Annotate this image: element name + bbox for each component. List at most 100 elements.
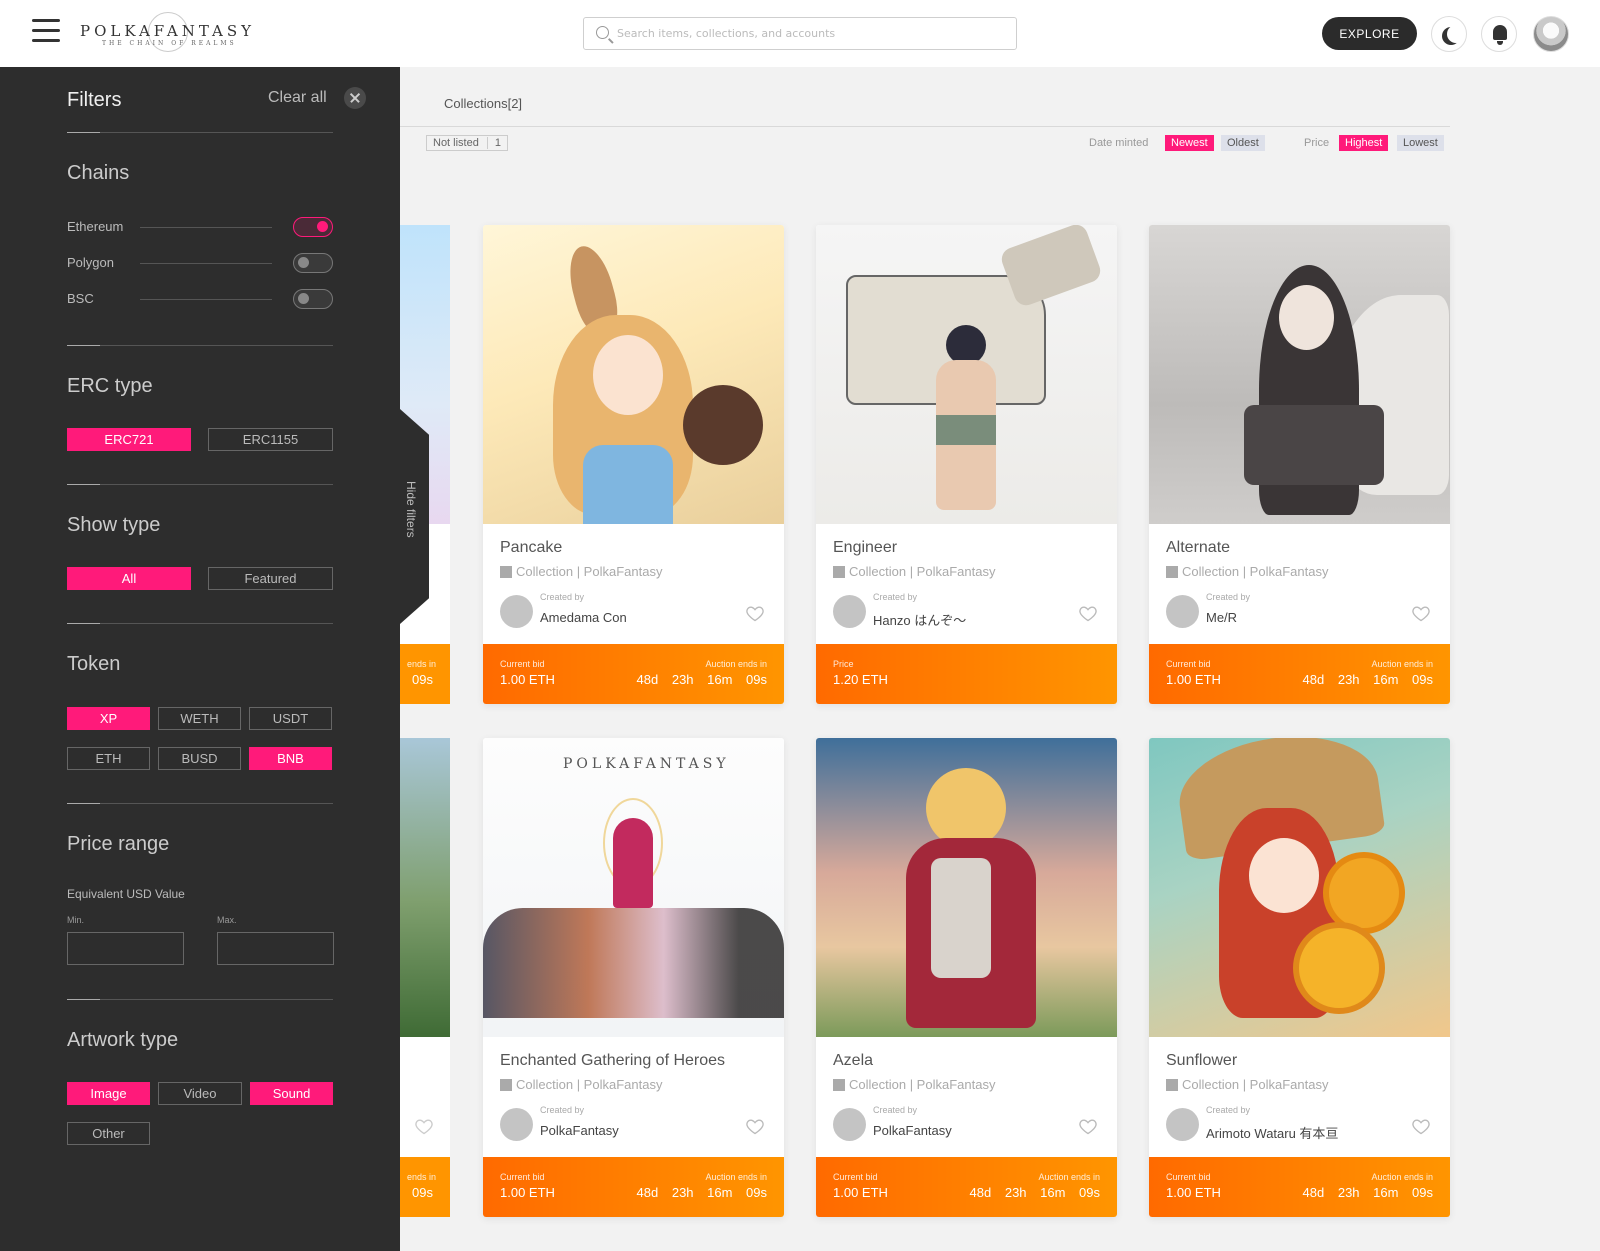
tab-collections[interactable]: Collections[2]	[444, 96, 522, 111]
chip-usdt[interactable]: USDT	[249, 707, 332, 730]
chip-xp[interactable]: XP	[67, 707, 150, 730]
bid-bar: Current bid 1.00 ETH Auction ends in 48d…	[483, 1157, 784, 1217]
bid-label: Current bid	[500, 659, 545, 669]
toggle-polygon[interactable]	[293, 253, 333, 273]
filters-sidebar: Filters Clear all Chains Ethereum Polygo…	[0, 67, 400, 1251]
token-title: Token	[67, 653, 121, 675]
collection-icon	[833, 1079, 845, 1091]
filter-tag-label: Not listed	[433, 137, 479, 149]
bid-label: Price	[833, 659, 854, 669]
close-icon[interactable]	[344, 87, 366, 109]
sort-oldest[interactable]: Oldest	[1221, 135, 1265, 151]
nft-card[interactable]: Azela Collection | PolkaFantasy Created …	[816, 738, 1117, 1217]
chip-eth[interactable]: ETH	[67, 747, 150, 770]
chains-title: Chains	[67, 162, 130, 184]
price-min-input[interactable]	[67, 932, 184, 965]
sort-price-label: Price	[1304, 137, 1330, 149]
nft-card[interactable]: Engineer Collection | PolkaFantasy Creat…	[816, 225, 1117, 704]
collection-icon	[500, 566, 512, 578]
heart-icon[interactable]	[1411, 603, 1431, 623]
sort-newest[interactable]: Newest	[1165, 135, 1214, 151]
chip-all[interactable]: All	[67, 567, 191, 590]
top-bar: POLKAFANTASY THE CHAIN OF REALMS EXPLORE	[0, 0, 1600, 67]
creator-name[interactable]: Arimoto Wataru 有本亘	[1206, 1123, 1338, 1142]
logo-tagline: THE CHAIN OF REALMS	[102, 40, 237, 47]
nft-card[interactable]: Pancake Collection | PolkaFantasy Create…	[483, 225, 784, 704]
theme-toggle-button[interactable]	[1431, 16, 1467, 52]
collection-icon	[1166, 1079, 1178, 1091]
divider	[67, 132, 333, 133]
card-artwork	[400, 738, 450, 1037]
card-title: Engineer	[833, 539, 898, 556]
filter-tag-not-listed[interactable]: Not listed 1	[426, 135, 508, 151]
heart-icon[interactable]	[1078, 1116, 1098, 1136]
chip-sound[interactable]: Sound	[250, 1082, 333, 1105]
chip-image[interactable]: Image	[67, 1082, 150, 1105]
creator-avatar[interactable]	[1166, 595, 1199, 628]
card-collection[interactable]: Collection | PolkaFantasy	[516, 564, 662, 579]
card-collection[interactable]: Collection | PolkaFantasy	[849, 1077, 995, 1092]
search-icon	[596, 26, 609, 39]
usd-value-label: Equivalent USD Value	[67, 887, 185, 901]
card-collection[interactable]: Collection | PolkaFantasy	[1182, 1077, 1328, 1092]
creator-name[interactable]: Amedama Con	[540, 610, 627, 625]
heart-icon[interactable]	[414, 1116, 434, 1136]
divider	[67, 484, 333, 485]
chip-busd[interactable]: BUSD	[158, 747, 241, 770]
card-collection[interactable]: Collection | PolkaFantasy	[849, 564, 995, 579]
creator-name[interactable]: Me/R	[1206, 610, 1237, 625]
notifications-button[interactable]	[1481, 16, 1517, 52]
creator-avatar[interactable]	[833, 595, 866, 628]
menu-icon[interactable]	[32, 19, 60, 45]
chip-erc721[interactable]: ERC721	[67, 428, 191, 451]
chain-label: Ethereum	[67, 219, 124, 234]
toggle-ethereum[interactable]	[293, 217, 333, 237]
divider	[67, 803, 333, 804]
divider	[67, 623, 333, 624]
nft-card[interactable]: POLKAFANTASY Enchanted Gathering of Hero…	[483, 738, 784, 1217]
creator-avatar[interactable]	[500, 1108, 533, 1141]
creator-avatar[interactable]	[500, 595, 533, 628]
filter-tag-count: 1	[486, 137, 501, 149]
chip-featured[interactable]: Featured	[208, 567, 333, 590]
card-title: Pancake	[500, 539, 563, 556]
card-collection[interactable]: Collection | PolkaFantasy	[1182, 564, 1328, 579]
creator-name[interactable]: PolkaFantasy	[873, 1123, 952, 1138]
clear-all-button[interactable]: Clear all	[268, 89, 327, 107]
logo[interactable]: POLKAFANTASY THE CHAIN OF REALMS	[80, 12, 251, 54]
nft-card[interactable]: Alternate Collection | PolkaFantasy Crea…	[1149, 225, 1450, 704]
hide-filters-tab[interactable]: Hide filters	[400, 409, 429, 624]
card-artwork	[1149, 225, 1450, 524]
search-input[interactable]	[617, 18, 1007, 49]
explore-button[interactable]: EXPLORE	[1322, 17, 1417, 50]
creator-name[interactable]: PolkaFantasy	[540, 1123, 619, 1138]
creator-avatar[interactable]	[833, 1108, 866, 1141]
heart-icon[interactable]	[1078, 603, 1098, 623]
card-collection[interactable]: Collection | PolkaFantasy	[516, 1077, 662, 1092]
search-box[interactable]	[583, 17, 1017, 50]
moon-icon	[1447, 25, 1465, 43]
collection-icon	[500, 1079, 512, 1091]
toggle-bsc[interactable]	[293, 289, 333, 309]
bid-bar: Current bid 1.00 ETH Auction ends in 48d…	[816, 1157, 1117, 1217]
chip-other[interactable]: Other	[67, 1122, 150, 1145]
chip-erc1155[interactable]: ERC1155	[208, 428, 333, 451]
chip-video[interactable]: Video	[158, 1082, 242, 1105]
sort-lowest[interactable]: Lowest	[1397, 135, 1444, 151]
chain-label: Polygon	[67, 255, 114, 270]
creator-name[interactable]: Hanzo はんぞ～	[873, 610, 966, 629]
bid-value: 1.00 ETH	[833, 1185, 888, 1200]
creator-avatar[interactable]	[1166, 1108, 1199, 1141]
sort-highest[interactable]: Highest	[1339, 135, 1389, 151]
heart-icon[interactable]	[1411, 1116, 1431, 1136]
auction-ends-label: Auction ends in	[1038, 1172, 1100, 1182]
heart-icon[interactable]	[745, 603, 765, 623]
collection-icon	[1166, 566, 1178, 578]
user-avatar[interactable]	[1533, 16, 1569, 52]
chip-weth[interactable]: WETH	[158, 707, 241, 730]
nft-card[interactable]: Sunflower Collection | PolkaFantasy Crea…	[1149, 738, 1450, 1217]
chip-bnb[interactable]: BNB	[249, 747, 332, 770]
card-partial[interactable]: ends in 09s	[400, 738, 450, 1217]
heart-icon[interactable]	[745, 1116, 765, 1136]
price-max-input[interactable]	[217, 932, 334, 965]
